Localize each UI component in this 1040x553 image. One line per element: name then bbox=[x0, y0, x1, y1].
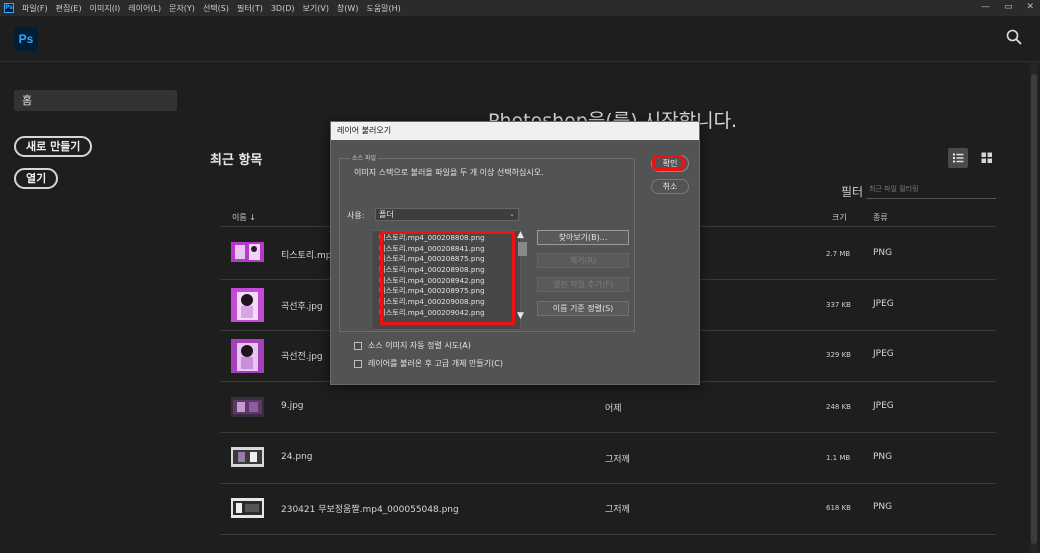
grid-view-icon[interactable] bbox=[977, 148, 997, 168]
menu-help[interactable]: 도움말(H) bbox=[362, 3, 404, 14]
use-select[interactable]: 폴더 ⌄ bbox=[375, 208, 519, 221]
close-icon[interactable]: ✕ bbox=[1026, 2, 1034, 12]
file-thumbnail bbox=[231, 288, 264, 322]
menu-view[interactable]: 보기(V) bbox=[299, 3, 333, 14]
restore-icon[interactable]: ▭ bbox=[1004, 2, 1013, 12]
file-type: JPEG bbox=[873, 401, 894, 411]
sidebar-item-home[interactable]: 홈 bbox=[14, 90, 177, 111]
auto-align-label: 소스 이미지 자동 정렬 시도(A) bbox=[368, 341, 471, 350]
menubar: Ps 파일(F) 편집(E) 이미지(I) 레이어(L) 문자(Y) 선택(S)… bbox=[0, 0, 1040, 16]
file-size: 1.1 MB bbox=[826, 454, 851, 462]
ps-logo[interactable]: Ps bbox=[14, 27, 38, 51]
file-type: PNG bbox=[873, 452, 893, 462]
file-name: 230421 무보정움짤.mp4_000055048.png bbox=[281, 505, 459, 515]
file-name: 곡선후.jpg bbox=[281, 302, 323, 312]
auto-align-option[interactable]: 소스 이미지 자동 정렬 시도(A) bbox=[354, 340, 471, 351]
recent-title: 최근 항목 bbox=[210, 153, 263, 168]
row-divider bbox=[220, 483, 996, 484]
column-header-type[interactable]: 종류 bbox=[873, 212, 888, 223]
file-size: 2.7 MB bbox=[826, 250, 851, 258]
smart-object-option[interactable]: 레이어를 불러온 후 고급 개체 만들기(C) bbox=[354, 358, 503, 369]
file-thumbnail bbox=[231, 498, 264, 518]
photoshop-app-icon: Ps bbox=[4, 3, 14, 13]
ok-button-highlight bbox=[652, 155, 685, 171]
sort-by-name-button[interactable]: 이름 기준 정렬(S) bbox=[537, 301, 629, 316]
list-scroll-thumb[interactable] bbox=[518, 242, 527, 256]
remove-button[interactable]: 제거(R) bbox=[537, 253, 629, 268]
file-name: 티스토리.mp4 bbox=[281, 251, 338, 261]
file-date: 어제 bbox=[605, 404, 622, 414]
menu-edit[interactable]: 편집(E) bbox=[52, 3, 86, 14]
file-type: JPEG bbox=[873, 299, 894, 309]
file-name: 9.jpg bbox=[281, 401, 304, 411]
group-label: 소스 파일 bbox=[350, 153, 378, 162]
menu-image[interactable]: 이미지(I) bbox=[86, 3, 125, 14]
filter-label: 필터 bbox=[841, 185, 864, 199]
column-header-name[interactable]: 이름 ↓ bbox=[232, 212, 256, 223]
scroll-up-icon[interactable]: ▲ bbox=[517, 230, 524, 240]
new-file-button[interactable]: 새로 만들기 bbox=[14, 136, 93, 157]
file-date: 그저께 bbox=[605, 505, 630, 515]
menu-window[interactable]: 창(W) bbox=[333, 3, 363, 14]
page-scroll-thumb[interactable] bbox=[1031, 74, 1037, 544]
column-header-size[interactable]: 크기 bbox=[832, 212, 847, 223]
page-scrollbar[interactable] bbox=[1030, 62, 1038, 553]
table-row[interactable]: 24.png 그저께 1.1 MB PNG bbox=[220, 438, 996, 489]
menu-layer[interactable]: 레이어(L) bbox=[124, 3, 165, 14]
window-controls: — ▭ ✕ bbox=[981, 2, 1034, 12]
menu-3d[interactable]: 3D(D) bbox=[267, 4, 299, 13]
use-select-value: 폴더 bbox=[379, 210, 394, 219]
file-thumbnail bbox=[231, 397, 264, 417]
file-size: 337 KB bbox=[826, 301, 851, 309]
menu-filter[interactable]: 필터(T) bbox=[233, 3, 267, 14]
file-size: 329 KB bbox=[826, 351, 851, 359]
file-name: 곡선전.jpg bbox=[281, 352, 323, 362]
file-size: 248 KB bbox=[826, 403, 851, 411]
auto-align-checkbox[interactable] bbox=[354, 341, 362, 350]
chevron-down-icon: ⌄ bbox=[509, 210, 515, 218]
menu-select[interactable]: 선택(S) bbox=[199, 3, 233, 14]
row-divider bbox=[220, 534, 996, 535]
menu-file[interactable]: 파일(F) bbox=[18, 3, 52, 14]
use-label: 사용: bbox=[347, 211, 365, 220]
smart-object-checkbox[interactable] bbox=[354, 359, 362, 368]
row-divider bbox=[220, 432, 996, 433]
file-type: PNG bbox=[873, 248, 893, 258]
search-icon[interactable] bbox=[1006, 29, 1022, 45]
file-size: 618 KB bbox=[826, 504, 851, 512]
scroll-down-icon[interactable]: ▼ bbox=[517, 311, 524, 321]
dialog-title: 레이어 불러오기 bbox=[331, 122, 699, 140]
add-open-files-button[interactable]: 열린 파일 추가(F) bbox=[537, 277, 629, 292]
smart-object-label: 레이어를 불러온 후 고급 개체 만들기(C) bbox=[368, 359, 503, 368]
browse-button[interactable]: 찾아보기(B)... bbox=[537, 230, 629, 245]
menu-type[interactable]: 문자(Y) bbox=[165, 3, 199, 14]
file-name: 24.png bbox=[281, 452, 313, 462]
file-thumbnail bbox=[231, 242, 264, 262]
file-type: PNG bbox=[873, 502, 893, 512]
table-row[interactable]: 230421 무보정움짤.mp4_000055048.png 그저께 618 K… bbox=[220, 489, 996, 540]
file-date: 그저께 bbox=[605, 455, 630, 465]
file-type: JPEG bbox=[873, 349, 894, 359]
minimize-icon[interactable]: — bbox=[981, 2, 990, 12]
table-row[interactable]: 9.jpg 어제 248 KB JPEG bbox=[220, 387, 996, 438]
home-header: Ps bbox=[0, 16, 1040, 62]
file-thumbnail bbox=[231, 339, 264, 373]
instruction-text: 이미지 스택으로 불러올 파일을 두 개 이상 선택하십시오. bbox=[354, 168, 544, 177]
load-layers-dialog: 레이어 불러오기 소스 파일 이미지 스택으로 불러올 파일을 두 개 이상 선… bbox=[330, 121, 700, 385]
cancel-button[interactable]: 취소 bbox=[651, 179, 689, 194]
list-view-icon[interactable] bbox=[948, 148, 968, 168]
filter-input[interactable]: 최근 파일 필터링 bbox=[866, 180, 996, 199]
file-thumbnail bbox=[231, 447, 264, 467]
open-button[interactable]: 열기 bbox=[14, 168, 59, 189]
file-list-highlight bbox=[380, 231, 515, 325]
